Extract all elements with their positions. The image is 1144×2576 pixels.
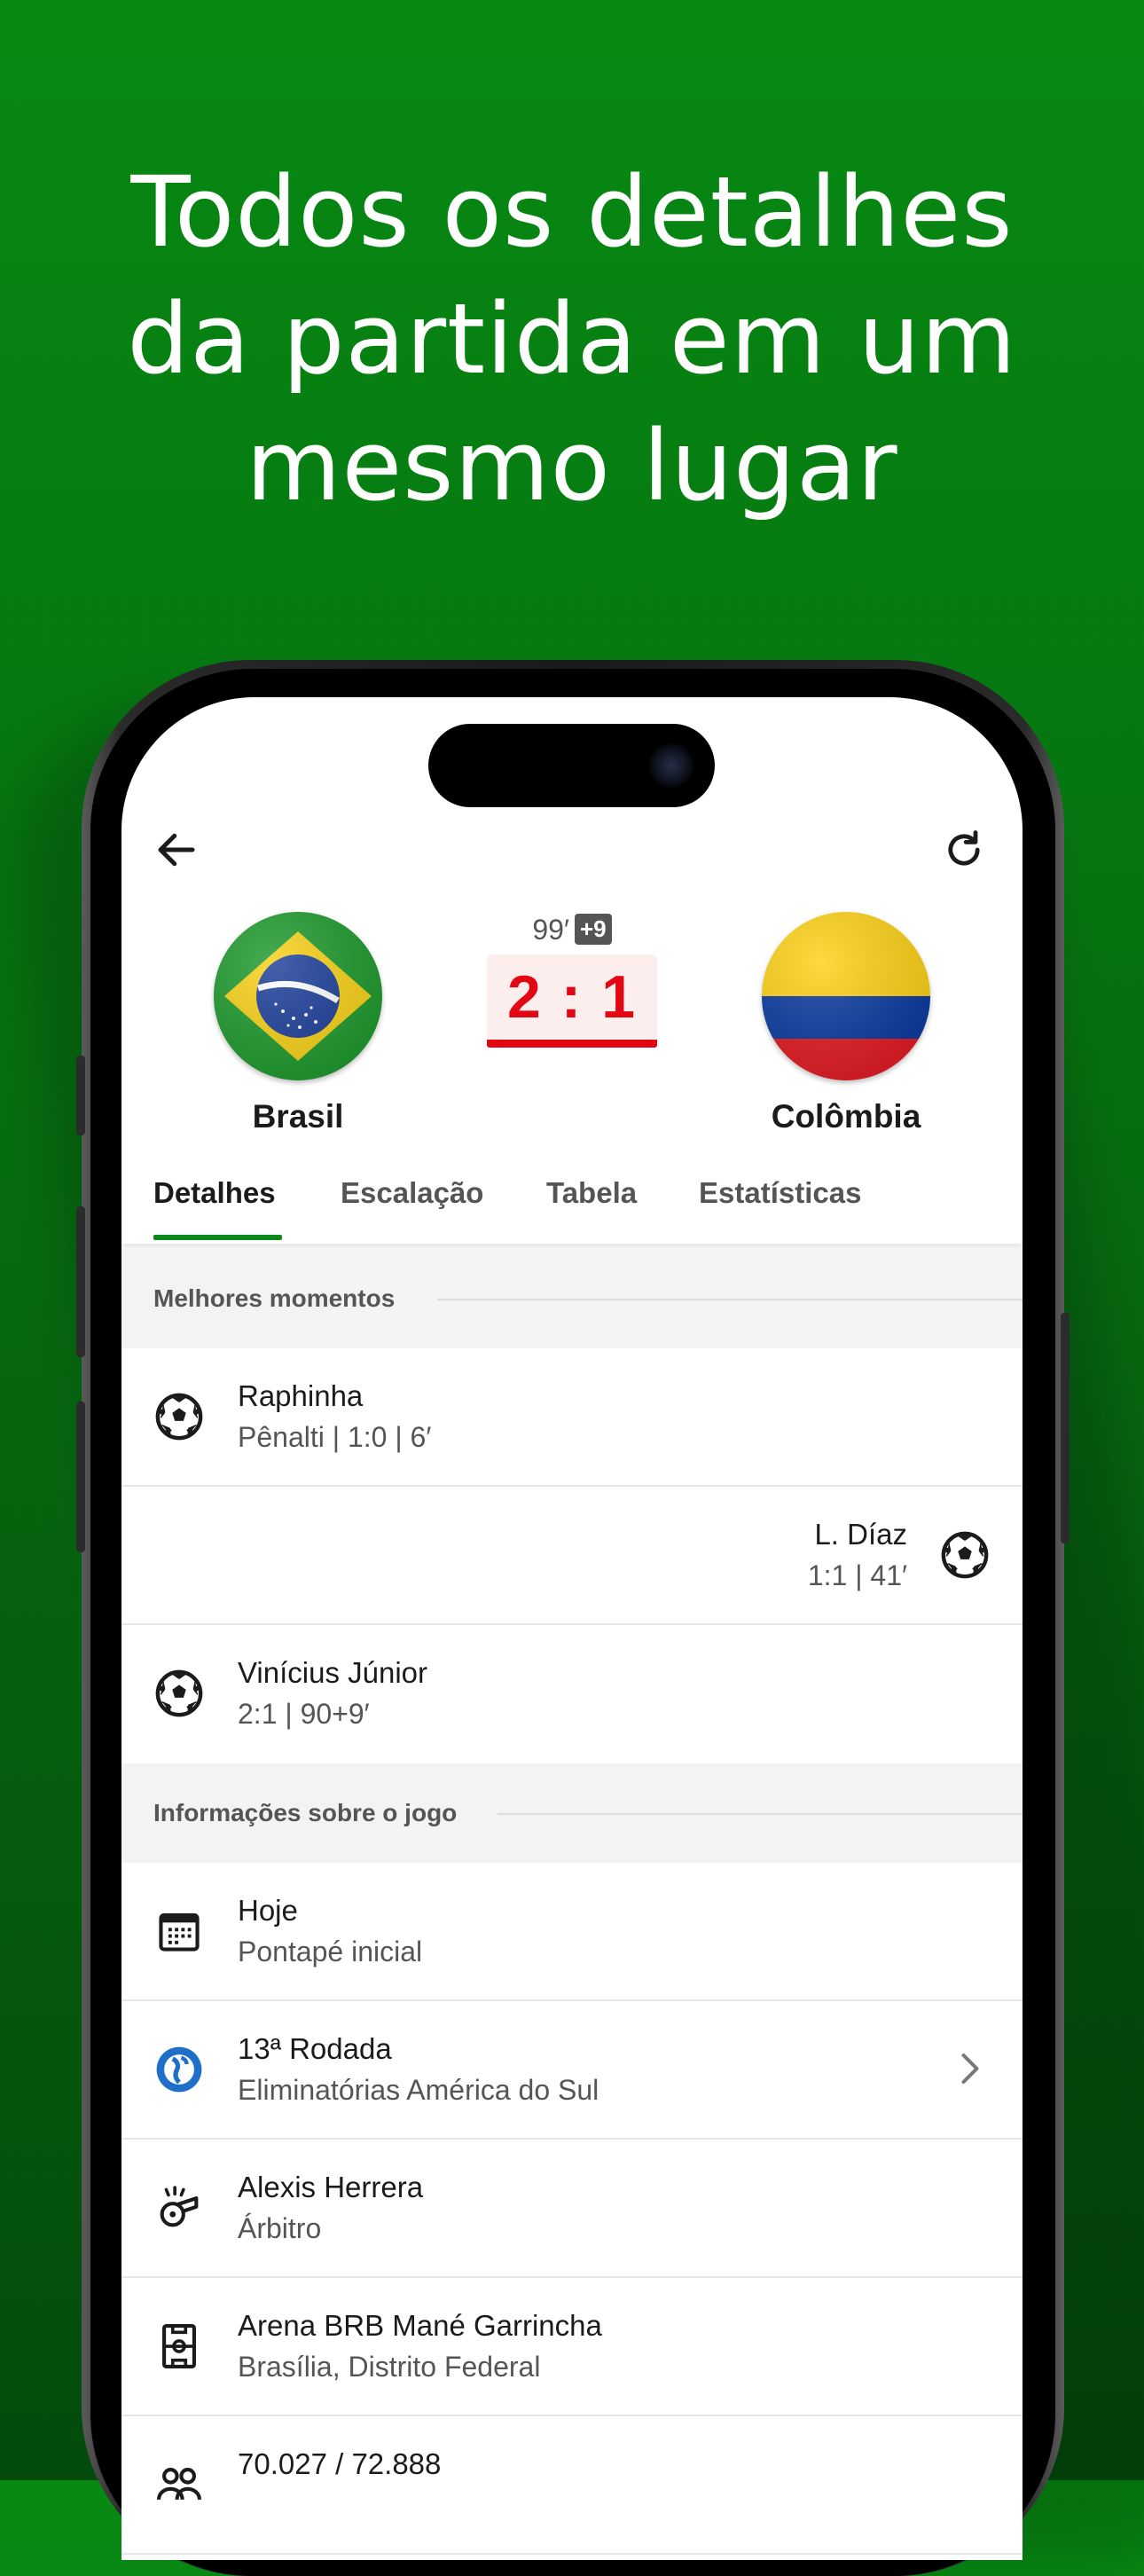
info-title: Hoje — [238, 1894, 298, 1927]
headline-line-1: Todos os detalhes — [130, 155, 1014, 269]
attendance-icon — [156, 2468, 202, 2501]
section-divider — [437, 1299, 1023, 1300]
tab-lineup[interactable]: Escalação — [341, 1176, 483, 1210]
info-title: Alexis Herrera — [238, 2171, 424, 2203]
event-detail: 2:1 | 90+9′ — [238, 1698, 370, 1730]
info-subtitle: Pontapé inicial — [238, 1936, 423, 1967]
event-row[interactable]: Raphinha Pênalti | 1:0 | 6′ — [121, 1348, 1023, 1487]
headline-line-3: mesmo lugar — [246, 409, 898, 522]
back-button[interactable] — [148, 821, 205, 878]
tab-details[interactable]: Detalhes — [153, 1176, 276, 1210]
event-row[interactable]: Vinícius Júnior 2:1 | 90+9′ — [121, 1625, 1023, 1762]
competition-globe-icon — [156, 2046, 202, 2093]
tab-bar: Detalhes Escalação Tabela Estatísticas — [121, 1176, 1023, 1244]
event-detail: Pênalti | 1:0 | 6′ — [238, 1421, 432, 1453]
app-screen: Brasil 99′ +9 2 : 1 Colômbia Detalhes Esc… — [121, 697, 1023, 2560]
phone-action-button — [76, 1056, 85, 1135]
info-title: Arena BRB Mané Garrincha — [238, 2309, 602, 2342]
score-box: 2 : 1 — [487, 954, 657, 1048]
event-player: L. Díaz — [814, 1518, 907, 1551]
info-subtitle: Eliminatórias América do Sul — [238, 2074, 599, 2106]
promo-headline: Todos os detalhes da partida em um mesmo… — [0, 149, 1144, 530]
info-row-date: Hoje Pontapé inicial — [121, 1863, 1023, 2001]
soccer-ball-icon — [941, 1531, 989, 1579]
added-time-badge: +9 — [574, 914, 612, 945]
event-detail: 1:1 | 41′ — [807, 1559, 907, 1591]
match-info-section-header: Informações sobre o jogo — [121, 1763, 1023, 1863]
highlights-section-header: Melhores momentos — [121, 1249, 1023, 1348]
info-row-stadium: Arena BRB Mané Garrincha Brasília, Distr… — [121, 2278, 1023, 2416]
home-team-name[interactable]: Brasil — [165, 1098, 431, 1135]
arrow-left-icon — [158, 833, 195, 867]
refresh-icon — [948, 830, 980, 866]
headline-line-2: da partida em um — [127, 282, 1017, 396]
section-divider — [498, 1813, 1023, 1815]
away-team-flag[interactable] — [762, 912, 930, 1080]
match-info-heading: Informações sobre o jogo — [153, 1799, 458, 1826]
soccer-ball-icon — [155, 1393, 203, 1441]
info-title: 13ª Rodada — [238, 2032, 392, 2065]
stadium-icon — [162, 2323, 196, 2369]
phone-power-button — [1061, 1313, 1070, 1543]
refresh-button[interactable] — [936, 821, 992, 878]
info-subtitle: Brasília, Distrito Federal — [238, 2351, 541, 2383]
active-tab-indicator — [153, 1235, 282, 1240]
highlights-heading: Melhores momentos — [153, 1284, 396, 1312]
info-row-referee: Alexis Herrera Árbitro — [121, 2140, 1023, 2278]
match-minute-value: 99′ — [532, 914, 569, 946]
chevron-right-icon — [961, 2054, 979, 2084]
phone-volume-up-button — [76, 1206, 85, 1357]
away-team-name[interactable]: Colômbia — [713, 1098, 979, 1135]
info-title: 70.027 / 72.888 — [238, 2447, 442, 2480]
phone-volume-down-button — [76, 1402, 85, 1552]
event-row[interactable]: L. Díaz 1:1 | 41′ — [121, 1487, 1023, 1625]
whistle-icon — [160, 2186, 199, 2227]
soccer-ball-icon — [155, 1669, 203, 1717]
event-player: Vinícius Júnior — [238, 1656, 428, 1689]
info-row-competition[interactable]: 13ª Rodada Eliminatórias América do Sul — [121, 2001, 1023, 2140]
colombia-flag-icon — [762, 912, 930, 1080]
tab-statistics[interactable]: Estatísticas — [699, 1176, 861, 1210]
tab-table[interactable]: Tabela — [546, 1176, 637, 1210]
event-player: Raphinha — [238, 1379, 364, 1412]
info-subtitle: Árbitro — [238, 2212, 322, 2244]
front-camera — [649, 743, 693, 788]
info-row-attendance: 70.027 / 72.888 — [121, 2416, 1023, 2555]
calendar-icon — [159, 1912, 200, 1952]
